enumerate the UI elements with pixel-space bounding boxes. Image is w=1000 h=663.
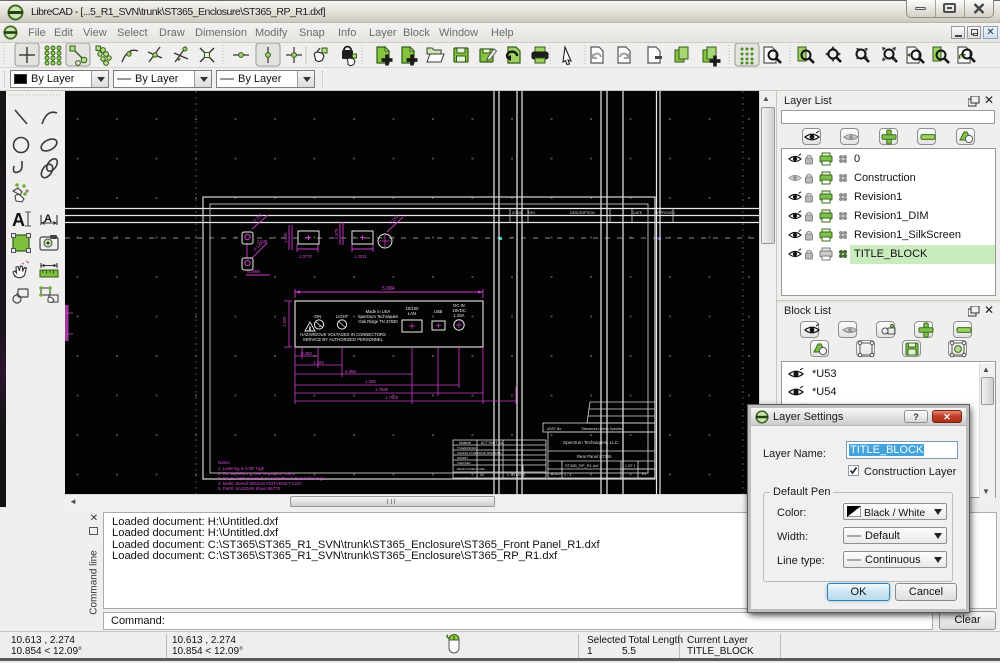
svg-text:USB: USB [434,309,443,314]
svg-text:Spectrum Techniques, LLC: Spectrum Techniques, LLC [563,440,619,445]
svg-text:1.7500: 1.7500 [385,395,399,400]
svg-text:R1: R1 [642,472,647,476]
svg-text:1 OF 1: 1 OF 1 [625,464,635,468]
svg-text:1.3031: 1.3031 [354,254,367,259]
svg-text:CHECKED: CHECKED [457,461,471,465]
svg-text:!: ! [309,326,310,331]
svg-text:1.600: 1.600 [282,316,287,327]
svg-text:REAR COVER PANEL: REAR COVER PANEL [457,467,486,471]
svg-text:SERVICE BY AUTHORIZED PERSONNE: SERVICE BY AUTHORIZED PERSONNEL [303,337,384,342]
svg-text:ACT PART No.: ACT PART No. [481,441,504,445]
svg-text:APPROVED: APPROVED [655,211,675,215]
svg-text:ASSY No.: ASSY No. [547,427,562,431]
svg-text:LAN: LAN [408,311,416,316]
svg-text:1.25A: 1.25A [454,313,465,318]
svg-text:Notes:: Notes: [218,460,230,465]
svg-text:DESCRIPTION: DESCRIPTION [570,211,595,215]
svg-text:DRAWN: DRAWN [457,456,467,460]
svg-text:1.7680: 1.7680 [375,387,389,392]
svg-text:1.500: 1.500 [283,232,288,243]
svg-text:5. Part#: SA220AN Sheet 96778: 5. Part#: SA220AN Sheet 96778 [218,486,280,491]
svg-text:DATE: DATE [633,211,643,215]
svg-text:0.350: 0.350 [301,351,312,356]
svg-text:1 / 29 / 2013: 1 / 29 / 2013 [507,473,525,477]
svg-text:ST365_RP_R1.dxf: ST365_RP_R1.dxf [565,463,599,468]
svg-text:REV: REV [528,211,536,215]
svg-text:1.0770: 1.0770 [299,254,312,259]
svg-text:SCALE: SCALE [551,472,561,476]
svg-text:A4: A4 [480,473,484,477]
svg-text:LIGHT: LIGHT [336,314,349,319]
svg-text:ON: ON [315,314,321,319]
svg-text:1.366: 1.366 [365,379,376,384]
svg-text:TOLERANCES: TOLERANCES [457,446,476,450]
svg-text:4.368: 4.368 [345,369,356,374]
svg-text:5.084: 5.084 [382,286,395,292]
svg-text:Oak Ridge TN 37830: Oak Ridge TN 37830 [358,319,398,324]
svg-text:Tolerances Unless Specified: Tolerances Unless Specified [581,427,624,431]
svg-text:Rear Panel ST365: Rear Panel ST365 [577,454,612,459]
svg-text:1.164: 1.164 [313,360,324,365]
svg-text:UNLESS OTHERWISE SPECIFIED: UNLESS OTHERWISE SPECIFIED [457,451,501,455]
svg-text:A: A [12,210,25,230]
svg-text:Material: Material [459,441,471,445]
svg-text:0.875: 0.875 [334,228,339,239]
svg-text:1 : 1: 1 : 1 [564,473,571,477]
